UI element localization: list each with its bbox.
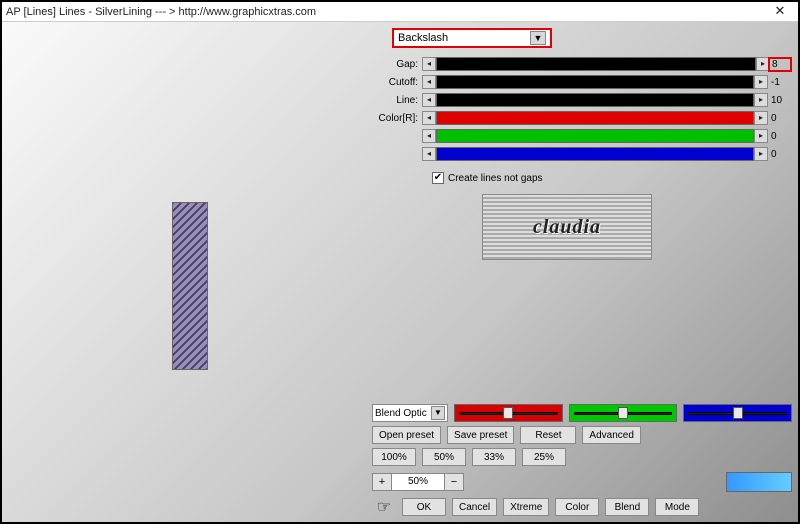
pattern-dropdown-value: Backslash	[398, 32, 448, 44]
zoom-minus-button[interactable]: −	[444, 473, 464, 491]
cutoff-value: -1	[768, 77, 792, 88]
slider-thumb[interactable]	[503, 407, 513, 419]
gap-slider[interactable]	[436, 57, 756, 71]
gap-row: Gap: ◂ ▸ 8	[372, 56, 792, 72]
zoom-50-button[interactable]: 50%	[422, 448, 466, 466]
preview-pane	[2, 22, 372, 522]
blend-row: Blend Optic ▼	[372, 404, 792, 422]
line-label: Line:	[372, 95, 422, 106]
color-swatch[interactable]	[726, 472, 792, 492]
color-button[interactable]: Color	[555, 498, 599, 516]
color-r-value: 0	[768, 113, 792, 124]
xtreme-button[interactable]: Xtreme	[503, 498, 549, 516]
line-inc-button[interactable]: ▸	[754, 93, 768, 107]
color-b-dec-button[interactable]: ◂	[422, 147, 436, 161]
plugin-window: AP [Lines] Lines - SilverLining --- > ht…	[0, 0, 800, 524]
slider-thumb[interactable]	[618, 407, 628, 419]
line-row: Line: ◂ ▸ 10	[372, 92, 792, 108]
zoom-33-button[interactable]: 33%	[472, 448, 516, 466]
create-lines-checkbox[interactable]: ✔	[432, 172, 444, 184]
cutoff-row: Cutoff: ◂ ▸ -1	[372, 74, 792, 90]
client-area: Backslash ▼ Gap: ◂ ▸ 8 Cutoff: ◂ ▸	[2, 22, 798, 522]
advanced-button[interactable]: Advanced	[582, 426, 640, 444]
gap-label: Gap:	[372, 59, 422, 70]
top-section: Backslash ▼ Gap: ◂ ▸ 8 Cutoff: ◂ ▸	[372, 28, 792, 260]
zoom-row: + 50% −	[372, 472, 792, 492]
mode-button[interactable]: Mode	[655, 498, 699, 516]
create-lines-label: Create lines not gaps	[448, 173, 543, 184]
color-r-slider[interactable]	[436, 111, 754, 125]
line-dec-button[interactable]: ◂	[422, 93, 436, 107]
color-g-slider[interactable]	[436, 129, 754, 143]
color-r-inc-button[interactable]: ▸	[754, 111, 768, 125]
blend-red-slider[interactable]	[454, 404, 563, 422]
color-r-dec-button[interactable]: ◂	[422, 111, 436, 125]
gap-value: 8	[768, 57, 792, 72]
slider-thumb[interactable]	[733, 407, 743, 419]
zoom-value-field[interactable]: 50%	[392, 473, 444, 491]
cutoff-inc-button[interactable]: ▸	[754, 75, 768, 89]
close-icon[interactable]: ✕	[766, 4, 794, 20]
spacer	[372, 260, 792, 404]
blend-options-dropdown[interactable]: Blend Optic ▼	[372, 404, 448, 422]
zoom-100-button[interactable]: 100%	[372, 448, 416, 466]
color-r-row: Color[R]: ◂ ▸ 0	[372, 110, 792, 126]
color-b-slider[interactable]	[436, 147, 754, 161]
ok-button[interactable]: OK	[402, 498, 446, 516]
color-g-inc-button[interactable]: ▸	[754, 129, 768, 143]
open-preset-button[interactable]: Open preset	[372, 426, 441, 444]
cutoff-label: Cutoff:	[372, 77, 422, 88]
blend-blue-slider[interactable]	[683, 404, 792, 422]
blend-options-label: Blend Optic	[375, 408, 427, 419]
color-g-value: 0	[768, 131, 792, 142]
cutoff-dec-button[interactable]: ◂	[422, 75, 436, 89]
color-b-inc-button[interactable]: ▸	[754, 147, 768, 161]
color-g-dec-button[interactable]: ◂	[422, 129, 436, 143]
claudia-logo: claudia	[482, 194, 652, 260]
titlebar: AP [Lines] Lines - SilverLining --- > ht…	[2, 2, 798, 22]
cutoff-slider[interactable]	[436, 75, 754, 89]
preview-swatch	[172, 202, 208, 370]
color-r-label: Color[R]:	[372, 113, 422, 124]
pattern-dropdown[interactable]: Backslash ▼	[392, 28, 552, 48]
controls-pane: Backslash ▼ Gap: ◂ ▸ 8 Cutoff: ◂ ▸	[372, 22, 798, 522]
create-lines-checkbox-row: ✔ Create lines not gaps	[432, 172, 792, 184]
cancel-button[interactable]: Cancel	[452, 498, 497, 516]
chevron-down-icon: ▼	[431, 406, 445, 420]
line-value: 10	[768, 95, 792, 106]
blend-button[interactable]: Blend	[605, 498, 649, 516]
color-g-row: ◂ ▸ 0	[372, 128, 792, 144]
color-b-value: 0	[768, 149, 792, 160]
zoom-preset-row: 100% 50% 33% 25%	[372, 448, 792, 466]
zoom-25-button[interactable]: 25%	[522, 448, 566, 466]
line-slider[interactable]	[436, 93, 754, 107]
preset-button-row: Open preset Save preset Reset Advanced	[372, 426, 792, 444]
bottom-button-row: ☞ OK Cancel Xtreme Color Blend Mode	[372, 498, 792, 516]
save-preset-button[interactable]: Save preset	[447, 426, 514, 444]
logo-text: claudia	[533, 216, 601, 239]
chevron-down-icon: ▼	[530, 31, 546, 45]
pointer-icon: ☞	[372, 498, 396, 516]
blend-green-slider[interactable]	[569, 404, 678, 422]
reset-button[interactable]: Reset	[520, 426, 576, 444]
window-title: AP [Lines] Lines - SilverLining --- > ht…	[6, 6, 766, 18]
color-b-row: ◂ ▸ 0	[372, 146, 792, 162]
zoom-plus-button[interactable]: +	[372, 473, 392, 491]
gap-dec-button[interactable]: ◂	[422, 57, 436, 71]
